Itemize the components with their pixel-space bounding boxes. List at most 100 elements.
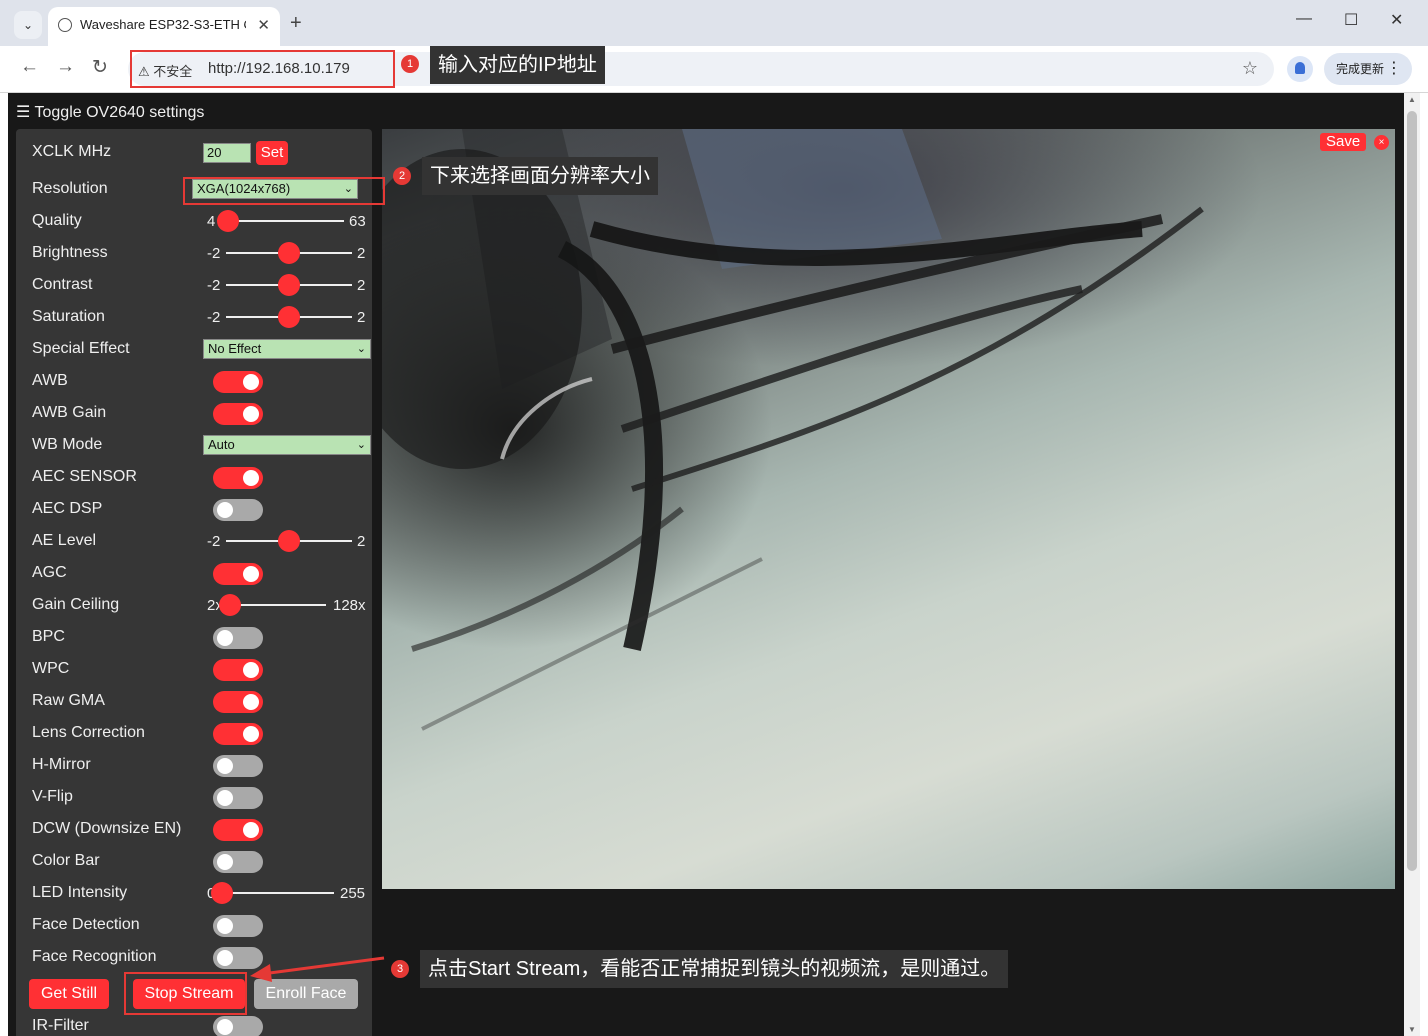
quality-slider-knob[interactable] bbox=[217, 210, 240, 232]
led-intensity-slider-knob[interactable] bbox=[211, 882, 233, 904]
camera-stream-image bbox=[382, 129, 1395, 889]
wb-mode-value: Auto bbox=[208, 437, 235, 452]
ae-level-row: AE Level -2 2 bbox=[24, 527, 366, 555]
v-flip-toggle[interactable] bbox=[213, 787, 263, 809]
quality-slider[interactable] bbox=[222, 220, 344, 222]
bpc-toggle[interactable] bbox=[213, 627, 263, 649]
step-badge-2: 2 bbox=[393, 167, 411, 185]
bookmark-star-icon[interactable]: ☆ bbox=[1242, 58, 1258, 79]
browser-tab-bar: ⌄ Waveshare ESP32-S3-ETH OV ✕ + — ☐ ✕ bbox=[0, 0, 1428, 46]
minimize-button[interactable]: — bbox=[1296, 10, 1312, 28]
awb-gain-label: AWB Gain bbox=[32, 404, 107, 421]
save-image-button[interactable]: Save bbox=[1320, 133, 1367, 151]
window-close-button[interactable]: ✕ bbox=[1390, 10, 1403, 30]
tab-close-icon[interactable]: ✕ bbox=[257, 16, 270, 34]
brightness-slider-knob[interactable] bbox=[278, 242, 300, 264]
new-tab-button[interactable]: + bbox=[290, 12, 302, 35]
xclk-input[interactable]: 20 bbox=[203, 143, 251, 163]
chevron-down-icon: ⌄ bbox=[356, 439, 366, 451]
aec-sensor-toggle[interactable] bbox=[213, 467, 263, 489]
h-mirror-toggle[interactable] bbox=[213, 755, 263, 777]
h-mirror-row: H-Mirror bbox=[24, 751, 364, 779]
v-flip-label: V-Flip bbox=[32, 788, 73, 805]
dcw-label: DCW (Downsize EN) bbox=[32, 820, 182, 837]
menu-dots-icon[interactable]: ⋮ bbox=[1386, 53, 1402, 85]
raw-gma-row: Raw GMA bbox=[24, 687, 364, 715]
color-bar-label: Color Bar bbox=[32, 852, 100, 869]
scroll-up-icon[interactable]: ▲ bbox=[1408, 95, 1416, 104]
aec-dsp-row: AEC DSP bbox=[24, 495, 364, 523]
settings-panel: XCLK MHz 20 Set Resolution XGA(1024x768)… bbox=[16, 129, 372, 1036]
brightness-max: 2 bbox=[357, 245, 366, 262]
contrast-slider-knob[interactable] bbox=[278, 274, 300, 296]
brightness-min: -2 bbox=[207, 245, 221, 262]
contrast-max: 2 bbox=[357, 277, 366, 294]
lens-correction-label: Lens Correction bbox=[32, 724, 145, 741]
enroll-face-button[interactable]: Enroll Face bbox=[254, 979, 358, 1009]
awb-toggle[interactable] bbox=[213, 371, 263, 393]
page-scrollbar[interactable]: ▲ ▼ bbox=[1404, 93, 1420, 1036]
arrow-icon bbox=[250, 956, 385, 982]
back-button[interactable]: ← bbox=[20, 56, 39, 78]
aec-sensor-row: AEC SENSOR bbox=[24, 463, 364, 491]
ae-level-max: 2 bbox=[357, 533, 366, 550]
scrollbar-thumb[interactable] bbox=[1407, 111, 1417, 871]
awb-gain-row: AWB Gain bbox=[24, 399, 364, 427]
close-stream-icon[interactable]: × bbox=[1374, 135, 1389, 150]
wpc-label: WPC bbox=[32, 660, 70, 677]
quality-max: 63 bbox=[349, 213, 366, 230]
gain-ceiling-slider-knob[interactable] bbox=[219, 594, 241, 616]
scroll-down-icon[interactable]: ▼ bbox=[1408, 1025, 1416, 1034]
forward-button[interactable]: → bbox=[56, 56, 75, 78]
get-still-button[interactable]: Get Still bbox=[29, 979, 109, 1009]
update-label: 完成更新 bbox=[1336, 62, 1385, 76]
toggle-settings-button[interactable]: ☰ Toggle OV2640 settings bbox=[16, 102, 204, 122]
face-detection-toggle[interactable] bbox=[213, 915, 263, 937]
stream-cables-drawing bbox=[382, 129, 1204, 731]
awb-label: AWB bbox=[32, 372, 68, 389]
wb-mode-select[interactable]: Auto ⌄ bbox=[203, 435, 371, 455]
maximize-button[interactable]: ☐ bbox=[1344, 10, 1358, 30]
tab-title: Waveshare ESP32-S3-ETH OV bbox=[80, 17, 246, 32]
ir-filter-label: IR-Filter bbox=[32, 1017, 89, 1034]
raw-gma-toggle[interactable] bbox=[213, 691, 263, 713]
raw-gma-label: Raw GMA bbox=[32, 692, 105, 709]
saturation-max: 2 bbox=[357, 309, 366, 326]
dcw-toggle[interactable] bbox=[213, 819, 263, 841]
awb-gain-toggle[interactable] bbox=[213, 403, 263, 425]
browser-tab[interactable]: Waveshare ESP32-S3-ETH OV ✕ bbox=[48, 7, 280, 46]
special-effect-row: Special Effect No Effect ⌄ bbox=[24, 335, 371, 363]
contrast-row: Contrast -2 2 bbox=[24, 271, 366, 299]
stream-button-highlight-box bbox=[124, 972, 247, 1015]
reload-button[interactable]: ↻ bbox=[92, 56, 108, 79]
ir-filter-row: IR-Filter bbox=[24, 1012, 364, 1036]
step-callout-1: 输入对应的IP地址 bbox=[430, 46, 605, 84]
aec-sensor-label: AEC SENSOR bbox=[32, 468, 137, 485]
led-intensity-slider[interactable] bbox=[222, 892, 334, 894]
update-button[interactable]: 完成更新 ⋮ bbox=[1324, 53, 1412, 85]
profile-icon[interactable] bbox=[1287, 56, 1313, 82]
step-callout-3: 点击Start Stream，看能否正常捕捉到镜头的视频流，是则通过。 bbox=[420, 950, 1009, 988]
xclk-set-button[interactable]: Set bbox=[256, 141, 288, 165]
saturation-slider-knob[interactable] bbox=[278, 306, 300, 328]
bpc-row: BPC bbox=[24, 623, 364, 651]
ae-level-slider-knob[interactable] bbox=[278, 530, 300, 552]
special-effect-select[interactable]: No Effect ⌄ bbox=[203, 339, 371, 359]
wpc-row: WPC bbox=[24, 655, 364, 683]
wpc-toggle[interactable] bbox=[213, 659, 263, 681]
saturation-label: Saturation bbox=[32, 308, 105, 325]
lens-correction-toggle[interactable] bbox=[213, 723, 263, 745]
tab-search-button[interactable]: ⌄ bbox=[14, 11, 42, 39]
globe-icon bbox=[58, 18, 72, 32]
step-badge-1: 1 bbox=[401, 55, 419, 73]
face-recognition-label: Face Recognition bbox=[32, 948, 157, 965]
step-callout-2: 下来选择画面分辨率大小 bbox=[422, 157, 658, 195]
aec-dsp-toggle[interactable] bbox=[213, 499, 263, 521]
special-effect-label: Special Effect bbox=[32, 340, 130, 357]
ir-filter-toggle[interactable] bbox=[213, 1016, 263, 1036]
color-bar-toggle[interactable] bbox=[213, 851, 263, 873]
agc-toggle[interactable] bbox=[213, 563, 263, 585]
agc-label: AGC bbox=[32, 564, 67, 581]
xclk-row: XCLK MHz 20 Set bbox=[24, 138, 364, 166]
gain-ceiling-slider[interactable] bbox=[230, 604, 326, 606]
